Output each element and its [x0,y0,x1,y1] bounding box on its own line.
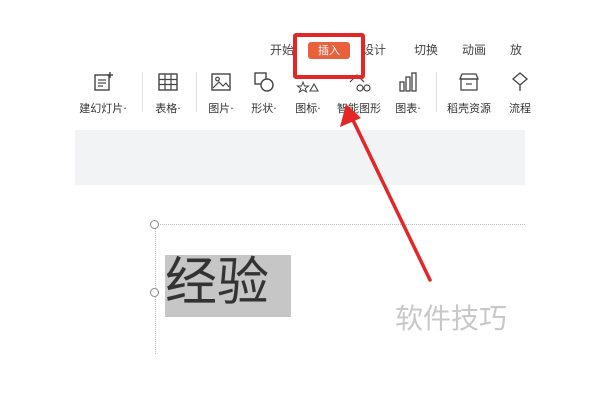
resize-handle-top-left[interactable] [150,220,159,229]
smartart-label: 智能图形 [337,102,381,115]
flowchart-icon [512,72,528,91]
slide-canvas[interactable] [75,185,525,400]
annotation-highlight-box [293,33,365,79]
table-button[interactable]: 表格· [148,70,188,118]
new-slide-icon [94,72,113,91]
store-icon [459,73,479,91]
icon-label: 图标· [295,102,321,115]
tab-home[interactable]: 开始 [270,40,294,60]
table-icon [158,73,178,91]
tab-slideshow[interactable]: 放 [510,40,522,60]
picture-icon [211,73,231,91]
tab-animation[interactable]: 动画 [462,40,486,60]
picture-button[interactable]: 图片· [202,70,240,118]
tab-transition[interactable]: 切换 [414,40,438,60]
tab-design[interactable]: 设计 [362,40,386,60]
picture-label: 图片· [208,102,234,115]
chart-button[interactable]: 图表· [388,70,428,118]
resize-handle-left[interactable] [150,288,159,297]
slide-text[interactable]: 经验 [165,252,269,314]
divider [196,72,197,112]
watermark-text: 软件技巧 [395,302,508,335]
shape-button[interactable]: 形状· [244,70,284,118]
new-slide-button[interactable]: 建幻灯片· [72,70,134,118]
flowchart-label: 流程 [509,102,531,115]
toolbar-background [75,130,525,185]
divider [142,72,143,112]
shape-icon [254,72,274,92]
resource-label: 稻壳资源 [447,102,491,115]
chart-label: 图表· [395,102,421,115]
textbox-border-top [160,224,525,225]
chart-icon [399,72,417,92]
shape-label: 形状· [251,102,277,115]
flowchart-button[interactable]: 流程 [500,70,540,118]
new-slide-label: 建幻灯片· [79,102,127,115]
divider [436,72,437,112]
table-label: 表格· [155,102,181,115]
resource-button[interactable]: 稻壳资源 [442,70,496,118]
